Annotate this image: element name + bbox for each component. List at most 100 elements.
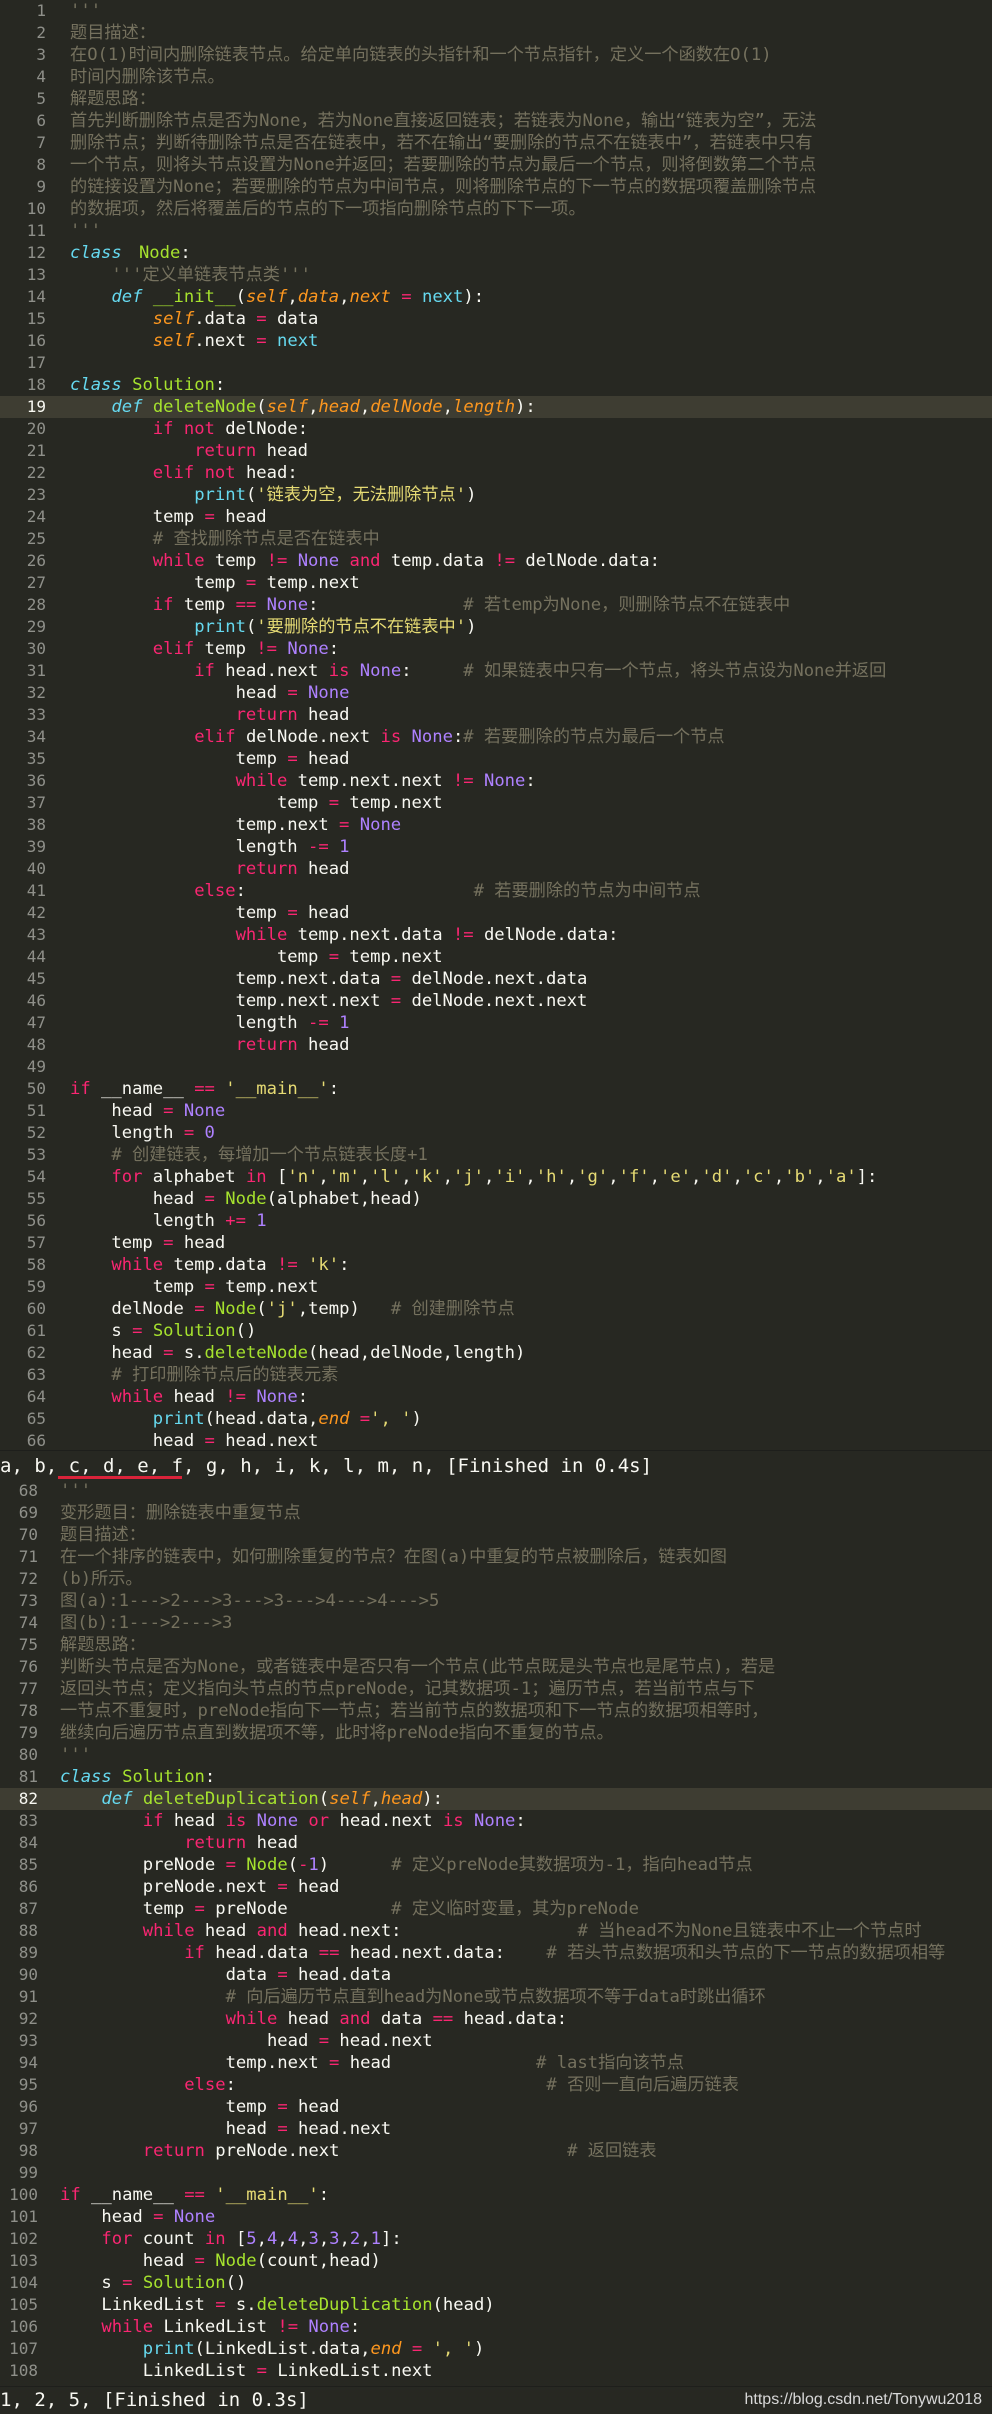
code-line[interactable]: 60 delNode = Node('j',temp) # 创建删除节点 [0, 1298, 992, 1320]
code-line[interactable]: 17 [0, 352, 992, 374]
code-line[interactable]: 76 判断头节点是否为None，或者链表中是否只有一个节点(此节点既是头节点也是尾… [0, 1656, 992, 1678]
code-line[interactable]: 43 while temp.next.data != delNode.data: [0, 924, 992, 946]
code-line[interactable]: 7 删除节点；判断待删除节点是否在链表中，若不在输出“要删除的节点不在链表中”，若… [0, 132, 992, 154]
code-line[interactable]: 94 temp.next = head # last指向该节点 [0, 2052, 992, 2074]
code-line[interactable]: 5 解题思路： [0, 88, 992, 110]
code-line[interactable]: 46 temp.next.next = delNode.next.next [0, 990, 992, 1012]
code-line[interactable]: 61 s = Solution() [0, 1320, 992, 1342]
code-line[interactable]: 85 preNode = Node(-1) # 定义preNode其数据项为-1… [0, 1854, 992, 1876]
code-line[interactable]: 30 elif temp != None: [0, 638, 992, 660]
code-line[interactable]: 27 temp = temp.next [0, 572, 992, 594]
code-line[interactable]: 36 while temp.next.next != None: [0, 770, 992, 792]
code-line[interactable]: 64 while head != None: [0, 1386, 992, 1408]
code-line[interactable]: 71 在一个排序的链表中，如何删除重复的节点？在图(a)中重复的节点被删除后，链表… [0, 1546, 992, 1568]
code-line[interactable]: 66 head = head.next [0, 1430, 992, 1452]
code-line[interactable]: 87 temp = preNode # 定义临时变量，其为preNode [0, 1898, 992, 1920]
code-line[interactable]: 98 return preNode.next # 返回链表 [0, 2140, 992, 2162]
code-line[interactable]: 99 [0, 2162, 992, 2184]
code-line[interactable]: 96 temp = head [0, 2096, 992, 2118]
code-line[interactable]: 100 if __name__ == '__main__': [0, 2184, 992, 2206]
code-line[interactable]: 20 if not delNode: [0, 418, 992, 440]
code-line[interactable]: 22 elif not head: [0, 462, 992, 484]
code-line[interactable]: 38 temp.next = None [0, 814, 992, 836]
code-line[interactable]: 101 head = None [0, 2206, 992, 2228]
code-line[interactable]: 91 # 向后遍历节点直到head为None或节点数据项不等于data时跳出循环 [0, 1986, 992, 2008]
code-line[interactable]: 107 print(LinkedList.data,end = ', ') [0, 2338, 992, 2360]
code-line[interactable]: 54 for alphabet in ['n','m','l','k','j',… [0, 1166, 992, 1188]
code-line[interactable]: 39 length -= 1 [0, 836, 992, 858]
code-line[interactable]: 51 head = None [0, 1100, 992, 1122]
code-line[interactable]: 23 print('链表为空，无法删除节点') [0, 484, 992, 506]
code-line[interactable]: 47 length -= 1 [0, 1012, 992, 1034]
code-line[interactable]: 8 一个节点，则将头节点设置为None并返回；若要删除的节点为最后一个节点，则将倒… [0, 154, 992, 176]
code-line[interactable]: 105 LinkedList = s.deleteDuplication(hea… [0, 2294, 992, 2316]
code-line[interactable]: 106 while LinkedList != None: [0, 2316, 992, 2338]
code-line[interactable]: 56 length += 1 [0, 1210, 992, 1232]
code-line[interactable]: 10 的数据项，然后将覆盖后的节点的下一项指向删除节点的下下一项。 [0, 198, 992, 220]
code-line[interactable]: 13 '''定义单链表节点类''' [0, 264, 992, 286]
code-line[interactable]: 42 temp = head [0, 902, 992, 924]
code-line[interactable]: 68 ''' [0, 1480, 992, 1502]
code-line[interactable]: 26 while temp != None and temp.data != d… [0, 550, 992, 572]
code-line[interactable]: 88 while head and head.next: # 当head不为No… [0, 1920, 992, 1942]
code-line[interactable]: 74 图(b):1--->2--->3 [0, 1612, 992, 1634]
code-line[interactable]: 34 elif delNode.next is None:# 若要删除的节点为最… [0, 726, 992, 748]
code-line[interactable]: 49 [0, 1056, 992, 1078]
code-line[interactable]: 63 # 打印删除节点后的链表元素 [0, 1364, 992, 1386]
code-line[interactable]: 81 class Solution: [0, 1766, 992, 1788]
code-line[interactable]: 48 return head [0, 1034, 992, 1056]
code-line[interactable]: 59 temp = temp.next [0, 1276, 992, 1298]
code-line[interactable]: 108 LinkedList = LinkedList.next [0, 2360, 992, 2382]
code-line[interactable]: 18 class Solution: [0, 374, 992, 396]
code-line[interactable]: 90 data = head.data [0, 1964, 992, 1986]
code-line[interactable]: 70 题目描述： [0, 1524, 992, 1546]
code-editor-pane-1[interactable]: 1 ''' 2 题目描述： 3 在O(1)时间内删除链表节点。给定单向链表的头指针和一个节… [0, 0, 992, 1452]
code-editor-pane-2[interactable]: 68 ''' 69 变形题目：删除链表中重复节点 70 题目描述： 71 在一个排序的链表中，… [0, 1480, 992, 2386]
code-line[interactable]: 72 (b)所示。 [0, 1568, 992, 1590]
code-line[interactable]: 82 def deleteDuplication(self,head): [0, 1788, 992, 1810]
code-line[interactable]: 102 for count in [5,4,4,3,3,2,1]: [0, 2228, 992, 2250]
code-line[interactable]: 84 return head [0, 1832, 992, 1854]
code-line[interactable]: 62 head = s.deleteNode(head,delNode,leng… [0, 1342, 992, 1364]
code-line[interactable]: 69 变形题目：删除链表中重复节点 [0, 1502, 992, 1524]
code-line[interactable]: 50 if __name__ == '__main__': [0, 1078, 992, 1100]
code-line[interactable]: 28 if temp == None: # 若temp为None，则删除节点不在… [0, 594, 992, 616]
code-line[interactable]: 58 while temp.data != 'k': [0, 1254, 992, 1276]
code-line[interactable]: 104 s = Solution() [0, 2272, 992, 2294]
code-line[interactable]: 15 self.data = data [0, 308, 992, 330]
code-line[interactable]: 57 temp = head [0, 1232, 992, 1254]
code-line[interactable]: 11 ''' [0, 220, 992, 242]
code-line[interactable]: 44 temp = temp.next [0, 946, 992, 968]
code-line[interactable]: 3 在O(1)时间内删除链表节点。给定单向链表的头指针和一个节点指针，定义一个函数… [0, 44, 992, 66]
code-line[interactable]: 9 的链接设置为None；若要删除的节点为中间节点，则将删除节点的下一节点的数据项… [0, 176, 992, 198]
code-line[interactable]: 79 继续向后遍历节点直到数据项不等，此时将preNode指向不重复的节点。 [0, 1722, 992, 1744]
code-line[interactable]: 53 # 创建链表，每增加一个节点链表长度+1 [0, 1144, 992, 1166]
code-line[interactable]: 1 ''' [0, 0, 992, 22]
code-line[interactable]: 41 else: # 若要删除的节点为中间节点 [0, 880, 992, 902]
code-line[interactable]: 95 else: # 否则一直向后遍历链表 [0, 2074, 992, 2096]
code-line[interactable]: 16 self.next = next [0, 330, 992, 352]
code-line[interactable]: 77 返回头节点；定义指向头节点的节点preNode，记其数据项-1；遍历节点，若… [0, 1678, 992, 1700]
code-line[interactable]: 25 # 查找删除节点是否在链表中 [0, 528, 992, 550]
code-line[interactable]: 65 print(head.data,end =', ') [0, 1408, 992, 1430]
code-line[interactable]: 2 题目描述： [0, 22, 992, 44]
code-line[interactable]: 78 一节点不重复时，preNode指向下一节点；若当前节点的数据项和下一节点的数… [0, 1700, 992, 1722]
code-line[interactable]: 24 temp = head [0, 506, 992, 528]
code-line[interactable]: 97 head = head.next [0, 2118, 992, 2140]
code-line[interactable]: 75 解题思路： [0, 1634, 992, 1656]
code-line[interactable]: 6 首先判断删除节点是否为None，若为None直接返回链表；若链表为None，输… [0, 110, 992, 132]
code-line[interactable]: 52 length = 0 [0, 1122, 992, 1144]
code-line[interactable]: 14 def __init__(self,data,next = next): [0, 286, 992, 308]
code-line[interactable]: 73 图(a):1--->2--->3--->3--->4--->4--->5 [0, 1590, 992, 1612]
code-line[interactable]: 19 def deleteNode(self,head,delNode,leng… [0, 396, 992, 418]
code-line[interactable]: 21 return head [0, 440, 992, 462]
code-line[interactable]: 31 if head.next is None: # 如果链表中只有一个节点，将… [0, 660, 992, 682]
code-line[interactable]: 89 if head.data == head.next.data: # 若头节… [0, 1942, 992, 1964]
code-line[interactable]: 83 if head is None or head.next is None: [0, 1810, 992, 1832]
code-line[interactable]: 35 temp = head [0, 748, 992, 770]
code-line[interactable]: 103 head = Node(count,head) [0, 2250, 992, 2272]
code-line[interactable]: 80 ''' [0, 1744, 992, 1766]
code-line[interactable]: 55 head = Node(alphabet,head) [0, 1188, 992, 1210]
code-line[interactable]: 4 时间内删除该节点。 [0, 66, 992, 88]
code-line[interactable]: 40 return head [0, 858, 992, 880]
